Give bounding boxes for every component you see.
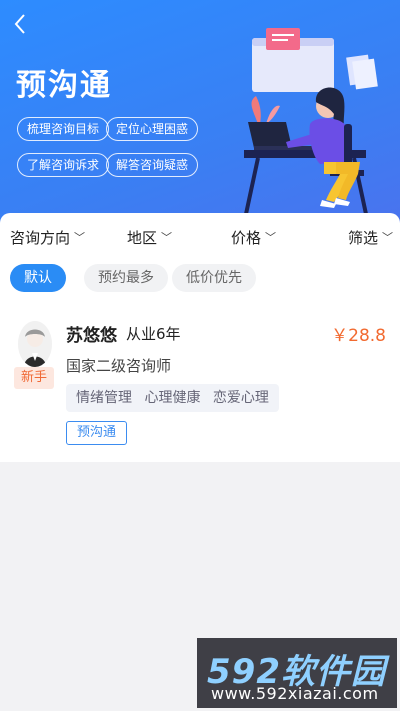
sort-most-booked[interactable]: 预约最多	[84, 264, 168, 292]
consultant-illustration-icon	[244, 28, 378, 214]
filter-region[interactable]: 地区 ﹀	[127, 227, 172, 248]
counselor-name: 苏悠悠	[66, 326, 117, 346]
new-badge: 新手	[14, 367, 54, 389]
filter-more-label: 筛选	[348, 229, 379, 247]
chip-goal: 梳理咨询目标	[17, 117, 110, 141]
filter-bar: 咨询方向 ﹀ 地区 ﹀ 价格 ﹀ 筛选 ﹀	[0, 227, 400, 253]
chevron-down-icon: ﹀	[382, 231, 394, 244]
chip-needs: 了解咨询诉求	[17, 153, 110, 177]
chip-questions: 解答咨询疑惑	[106, 153, 199, 177]
filter-price[interactable]: 价格 ﹀	[231, 227, 276, 248]
tag-love: 恋爱心理	[212, 390, 269, 406]
hero-banner: 预沟通 梳理咨询目标 定位心理困惑 了解咨询诉求 解答咨询疑惑	[0, 0, 400, 228]
counselor-tags: 情绪管理 心理健康 恋爱心理	[66, 384, 279, 412]
chevron-left-icon[interactable]	[12, 12, 36, 40]
chevron-down-icon: ﹀	[265, 231, 277, 244]
sort-default[interactable]: 默认	[10, 264, 66, 292]
filter-price-label: 价格	[231, 229, 262, 247]
watermark-url: www.592xiazai.com	[211, 684, 379, 703]
chip-confusion: 定位心理困惑	[106, 117, 199, 141]
chevron-down-icon: ﹀	[74, 231, 86, 244]
sort-lowest-price[interactable]: 低价优先	[172, 264, 256, 292]
tag-mental-health: 心理健康	[144, 390, 201, 406]
filter-direction[interactable]: 咨询方向 ﹀	[10, 227, 85, 248]
chevron-down-icon: ﹀	[161, 231, 173, 244]
counselor-certificate: 国家二级咨询师	[66, 357, 172, 375]
filter-region-label: 地区	[127, 229, 158, 247]
filter-direction-label: 咨询方向	[10, 229, 71, 247]
pre-chat-button[interactable]: 预沟通	[66, 421, 128, 445]
tag-emotion: 情绪管理	[76, 390, 132, 406]
filter-more[interactable]: 筛选 ﹀	[348, 227, 393, 248]
counselor-card[interactable]: 新手 苏悠悠 从业6年 ￥28.8 国家二级咨询师 情绪管理 心理健康 恋爱心理…	[0, 313, 400, 453]
counselor-price: ￥28.8	[331, 326, 386, 346]
page-title: 预沟通	[16, 68, 112, 103]
content-panel: 咨询方向 ﹀ 地区 ﹀ 价格 ﹀ 筛选 ﹀ 默认 预约最多 低价优先 新手 苏悠悠 从业…	[0, 213, 400, 462]
counselor-experience: 从业6年	[126, 325, 181, 343]
watermark: 592软件园 www.592xiazai.com	[197, 638, 397, 708]
avatar	[18, 321, 52, 367]
